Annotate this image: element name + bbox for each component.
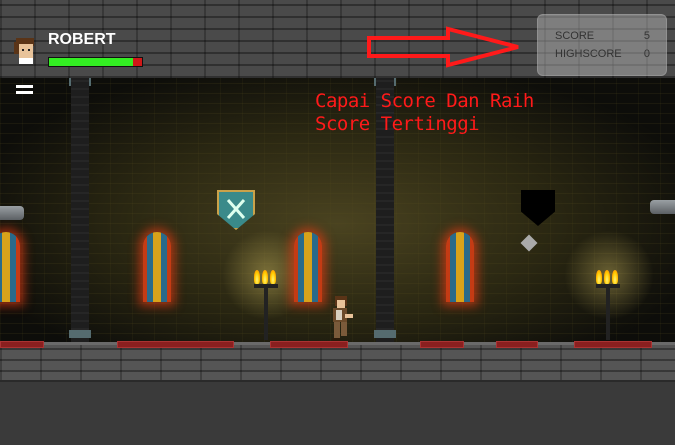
score-label: SCORE — [555, 30, 595, 42]
player-character-icon — [327, 296, 353, 342]
bottom-panel — [0, 380, 675, 445]
red-carpet — [270, 341, 348, 348]
wall-cannon-icon — [0, 206, 24, 220]
red-carpet — [420, 341, 464, 348]
pillar-base — [69, 330, 91, 338]
player-name: ROBERT — [48, 31, 116, 48]
player-portrait-icon — [14, 38, 36, 64]
stained-glass-window — [446, 232, 474, 302]
stained-glass-window — [294, 232, 322, 302]
hint-line-2: Score Tertinggi — [315, 113, 480, 135]
score-value: 5 — [643, 30, 650, 42]
red-carpet — [117, 341, 234, 348]
health-bar — [48, 57, 143, 67]
right-arrow-icon — [366, 26, 524, 73]
highscore-value: 0 — [643, 48, 650, 60]
highscore-label: HIGHSCORE — [555, 48, 622, 60]
stained-glass-window — [0, 232, 20, 302]
red-carpet — [496, 341, 538, 348]
stone-floor — [0, 342, 675, 383]
stained-glass-window — [143, 232, 171, 302]
red-carpet — [574, 341, 652, 348]
red-carpet — [0, 341, 44, 348]
score-panel: SCORE 5 HIGHSCORE 0 — [537, 14, 667, 76]
stone-pillar — [71, 78, 89, 344]
hamburger-menu-icon[interactable] — [16, 85, 33, 97]
hint-text: Capai Score Dan Raih Score Tertinggi — [315, 90, 534, 136]
hint-line-1: Capai Score Dan Raih — [315, 90, 534, 112]
wall-cannon-icon — [650, 200, 675, 214]
health-bar-fill — [49, 58, 133, 66]
pillar-base — [374, 330, 396, 338]
